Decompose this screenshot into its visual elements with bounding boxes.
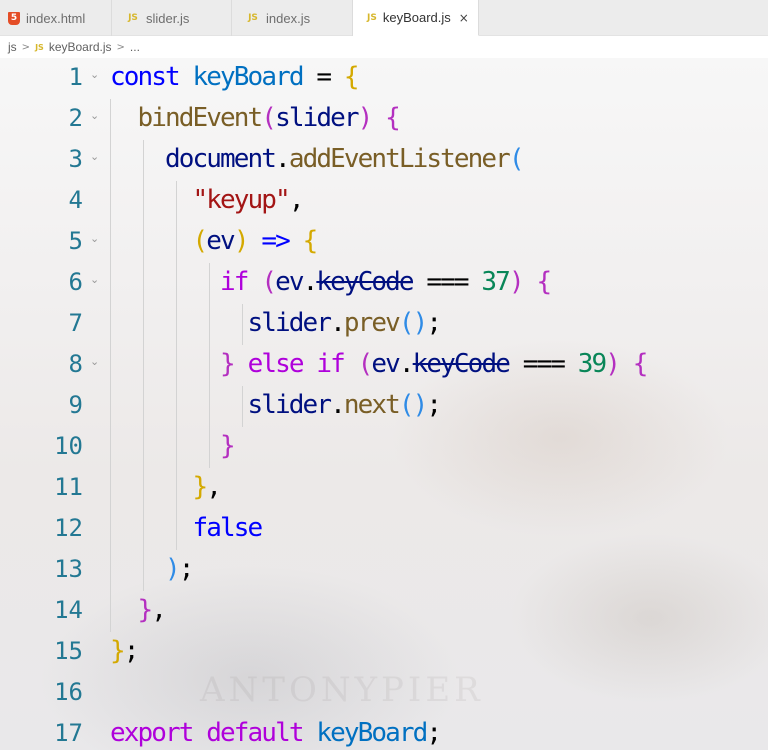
code-line-5: 5 ⌄ (ev) => { [0, 222, 768, 263]
chevron-right-icon: > [21, 41, 31, 53]
line-number: 12 [54, 514, 83, 542]
code-line-17: 17 export default keyBoard; [0, 714, 768, 750]
line-number: 7 [68, 309, 83, 337]
html5-icon: 5 [8, 11, 20, 25]
fold-chevron-icon[interactable]: ⌄ [90, 68, 99, 81]
code-text: } [220, 431, 236, 461]
line-number: 14 [54, 596, 83, 624]
line-number: 4 [68, 186, 83, 214]
code-line-9: 9 slider.next(); [0, 386, 768, 427]
code-editor[interactable]: ANTONYPIER 1 ⌄ const keyBoard = { 2 ⌄ bi… [0, 58, 768, 750]
code-line-10: 10 } [0, 427, 768, 468]
code-line-8: 8 ⌄ } else if (ev.keyCode === 39) { [0, 345, 768, 386]
fold-chevron-icon[interactable]: ⌄ [90, 273, 99, 286]
vscode-window: 5 index.html JS slider.js JS index.js JS… [0, 0, 768, 750]
line-number: 5 [68, 227, 83, 255]
tab-index-js[interactable]: JS index.js [232, 0, 353, 36]
code-text: slider.next(); [247, 390, 442, 420]
tab-keyboard-js[interactable]: JS keyBoard.js × [353, 0, 479, 36]
code-text: }, [137, 595, 167, 625]
tab-label: slider.js [146, 10, 190, 26]
breadcrumb: js > JS keyBoard.js > ... [0, 36, 768, 58]
fold-chevron-icon[interactable]: ⌄ [90, 150, 99, 163]
code-line-12: 12 false [0, 509, 768, 550]
line-number: 9 [68, 391, 83, 419]
chevron-right-icon: > [116, 41, 125, 53]
js-file-icon: JS [128, 13, 138, 23]
code-text: document.addEventListener( [165, 144, 524, 174]
code-text: "keyup", [192, 185, 305, 215]
breadcrumb-symbol[interactable]: ... [130, 40, 140, 54]
code-line-15: 15 }; [0, 632, 768, 673]
js-file-icon: JS [367, 12, 377, 23]
line-number: 15 [54, 637, 83, 665]
code-text: export default keyBoard; [110, 718, 442, 748]
fold-chevron-icon[interactable]: ⌄ [90, 109, 99, 122]
tab-index-html[interactable]: 5 index.html [0, 0, 112, 36]
line-number: 3 [68, 145, 83, 173]
tab-label: index.html [26, 10, 86, 26]
code-text: (ev) => { [192, 226, 319, 256]
line-number: 1 [68, 63, 83, 91]
code-line-3: 3 ⌄ document.addEventListener( [0, 140, 768, 181]
tab-slider-js[interactable]: JS slider.js [112, 0, 232, 36]
fold-chevron-icon[interactable]: ⌄ [90, 355, 99, 368]
code-text: if (ev.keyCode === 37) { [220, 267, 552, 297]
code-text: }; [110, 636, 139, 666]
breadcrumb-folder[interactable]: js [8, 40, 17, 54]
code-text: }, [192, 472, 222, 502]
code-line-16: 16 [0, 673, 768, 714]
fold-chevron-icon[interactable]: ⌄ [90, 232, 99, 245]
line-number: 13 [54, 555, 83, 583]
code-text: bindEvent(slider) { [137, 103, 401, 133]
line-number: 11 [54, 473, 83, 501]
code-line-6: 6 ⌄ if (ev.keyCode === 37) { [0, 263, 768, 304]
code-text: const keyBoard = { [110, 62, 359, 92]
code-text: slider.prev(); [247, 308, 442, 338]
code-line-1: 1 ⌄ const keyBoard = { [0, 58, 768, 99]
line-number: 2 [68, 104, 83, 132]
code-line-2: 2 ⌄ bindEvent(slider) { [0, 99, 768, 140]
line-number: 10 [54, 432, 83, 460]
code-line-4: 4 "keyup", [0, 181, 768, 222]
code-text: ); [165, 554, 194, 584]
code-text: } else if (ev.keyCode === 39) { [220, 349, 648, 379]
js-file-icon: JS [35, 42, 44, 52]
code-line-7: 7 slider.prev(); [0, 304, 768, 345]
line-number: 16 [54, 678, 83, 706]
close-icon[interactable]: × [459, 11, 469, 25]
editor-tab-bar: 5 index.html JS slider.js JS index.js JS… [0, 0, 768, 36]
line-number: 8 [68, 350, 83, 378]
tab-label: keyBoard.js [382, 10, 451, 25]
code-text: false [192, 513, 264, 543]
breadcrumb-file[interactable]: keyBoard.js [49, 40, 112, 54]
line-number: 6 [68, 268, 83, 296]
line-number: 17 [54, 719, 83, 747]
code-line-14: 14 }, [0, 591, 768, 632]
tab-label: index.js [266, 10, 311, 26]
js-file-icon: JS [248, 13, 258, 23]
code-line-11: 11 }, [0, 468, 768, 509]
code-line-13: 13 ); [0, 550, 768, 591]
